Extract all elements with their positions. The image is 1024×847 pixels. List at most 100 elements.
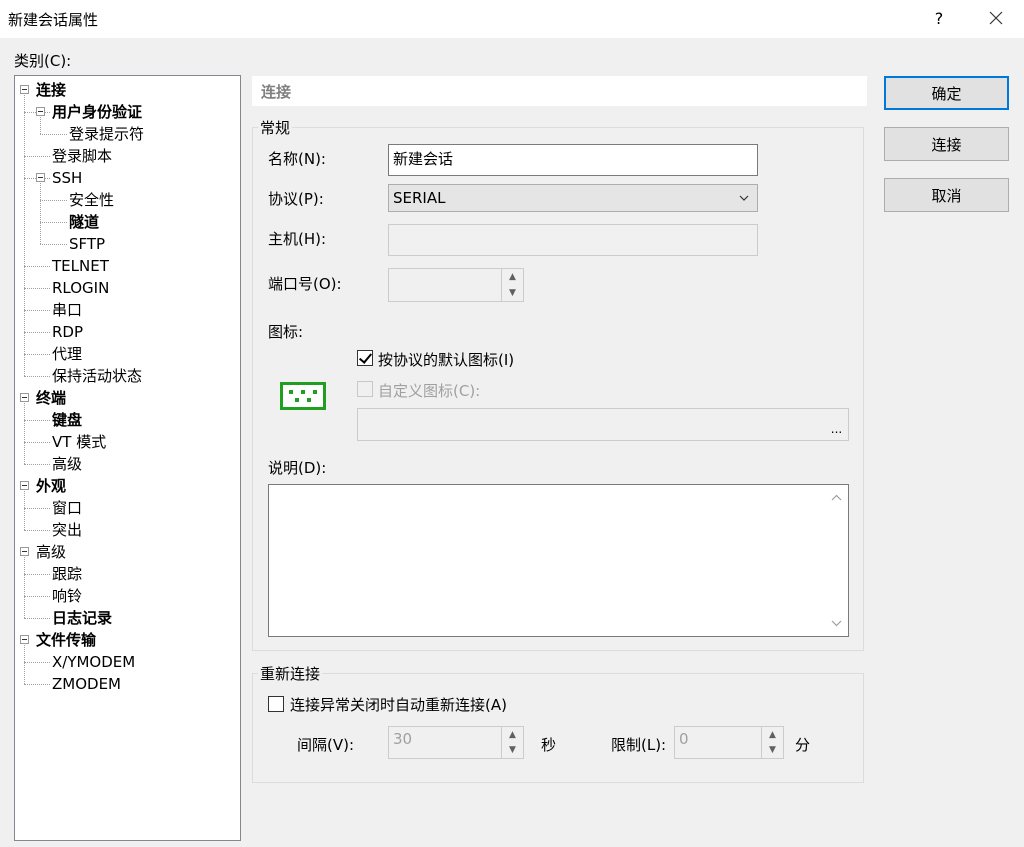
tree-item-label: 串口 (52, 301, 83, 319)
description-field[interactable] (268, 484, 849, 637)
interval-spinner[interactable]: ▲ ▼ (501, 727, 523, 758)
description-scrollbar[interactable] (826, 486, 847, 635)
tree-item[interactable]: SFTP (69, 233, 105, 255)
custom-icon-path[interactable] (357, 408, 849, 441)
tree-item-label: 登录脚本 (52, 147, 113, 165)
tree-item[interactable]: 用户身份验证 (52, 101, 142, 123)
tree-item[interactable]: 突出 (52, 519, 82, 541)
tree-item[interactable]: 跟踪 (52, 563, 82, 585)
tree-item[interactable]: 连接 (36, 79, 66, 101)
window-title: 新建会话属性 (8, 11, 99, 29)
serial-port-icon (280, 382, 326, 410)
name-field[interactable]: 新建会话 (388, 144, 758, 176)
tree-item-label: 窗口 (52, 499, 83, 517)
tree-item[interactable]: ZMODEM (52, 673, 121, 695)
tree-connector (24, 574, 50, 575)
custom-icon-label: 自定义图标(C): (378, 382, 481, 400)
minutes-label: 分 (795, 736, 811, 754)
tree-collapse-icon[interactable] (20, 481, 29, 490)
tree-item[interactable]: X/YMODEM (52, 651, 135, 673)
tree-item-label: RDP (52, 323, 84, 341)
category-label: 类别(C): (14, 52, 72, 70)
ok-button[interactable]: 确定 (884, 76, 1009, 110)
tree-connector (40, 200, 67, 201)
tree-item[interactable]: 外观 (36, 475, 66, 497)
tree-connector (24, 491, 25, 530)
tree-item[interactable]: 响铃 (52, 585, 82, 607)
tree-item[interactable]: 键盘 (52, 409, 82, 431)
custom-icon-checkbox[interactable] (357, 381, 373, 397)
spin-down-icon[interactable]: ▼ (502, 743, 523, 759)
tree-item-label: 连接 (36, 81, 67, 99)
tree-item[interactable]: 日志记录 (52, 607, 112, 629)
tree-item[interactable]: 串口 (52, 299, 82, 321)
tree-item[interactable]: 高级 (52, 453, 82, 475)
tree-connector (24, 557, 25, 618)
tree-item-label: 日志记录 (52, 609, 113, 627)
connect-button[interactable]: 连接 (884, 127, 1009, 161)
host-field[interactable] (388, 224, 758, 256)
tree-item-label: X/YMODEM (52, 653, 136, 671)
browse-button[interactable]: ... (825, 409, 848, 440)
tree-item[interactable]: 安全性 (69, 189, 114, 211)
tree-connector (24, 596, 50, 597)
tree-item[interactable]: 登录脚本 (52, 145, 112, 167)
tree-collapse-icon[interactable] (36, 173, 45, 182)
category-tree[interactable]: 连接用户身份验证 登录提示符登录脚本 SSH 安全性隧道 SFTP TELNET RLOGI… (14, 75, 241, 841)
tree-collapse-icon[interactable] (36, 107, 45, 116)
chevron-down-icon (739, 195, 749, 201)
spin-down-icon[interactable]: ▼ (762, 743, 783, 759)
protocol-select[interactable]: SERIAL (388, 184, 758, 212)
spin-up-icon[interactable]: ▲ (502, 269, 523, 285)
cancel-button[interactable]: 取消 (884, 178, 1009, 212)
scroll-down-icon[interactable] (831, 620, 842, 627)
tree-item[interactable]: 终端 (36, 387, 66, 409)
close-button[interactable] (980, 4, 1012, 32)
tree-item[interactable]: RLOGIN (52, 277, 109, 299)
tree-item-label: 外观 (36, 477, 67, 495)
icon-label: 图标: (268, 323, 304, 341)
description-label: 说明(D): (268, 459, 327, 477)
tree-item-label: 文件传输 (36, 631, 97, 649)
tree-item[interactable]: 文件传输 (36, 629, 96, 651)
tree-item-label: 突出 (52, 521, 83, 539)
tree-connector (24, 332, 50, 333)
tree-item[interactable]: TELNET (52, 255, 109, 277)
protocol-value: SERIAL (393, 189, 446, 207)
auto-reconnect-checkbox[interactable] (268, 696, 284, 712)
tree-item-label: 隧道 (69, 213, 100, 231)
tree-collapse-icon[interactable] (20, 393, 29, 402)
tree-item[interactable]: 高级 (36, 541, 66, 563)
tree-collapse-icon[interactable] (20, 635, 29, 644)
tree-item[interactable]: 代理 (52, 343, 82, 365)
tree-item-label: TELNET (52, 257, 109, 275)
tree-connector (24, 684, 50, 685)
general-group-title: 常规 (258, 117, 293, 138)
spin-up-icon[interactable]: ▲ (502, 727, 523, 743)
tree-connector (24, 442, 50, 443)
tree-item-label: SFTP (69, 235, 106, 253)
limit-spinner[interactable]: ▲ ▼ (761, 727, 783, 758)
tree-item[interactable]: 保持活动状态 (52, 365, 142, 387)
tree-collapse-icon[interactable] (20, 85, 29, 94)
spin-up-icon[interactable]: ▲ (762, 727, 783, 743)
tree-collapse-icon[interactable] (20, 547, 29, 556)
tree-item[interactable]: VT 模式 (52, 431, 106, 453)
scroll-up-icon[interactable] (831, 494, 842, 501)
port-spinner[interactable]: ▲ ▼ (501, 269, 523, 301)
panel-header: 连接 (252, 76, 867, 106)
tree-item[interactable]: 隧道 (69, 211, 99, 233)
tree-connector (40, 134, 67, 135)
tree-item[interactable]: SSH (52, 167, 82, 189)
help-button[interactable]: ? (925, 4, 953, 32)
tree-item[interactable]: 窗口 (52, 497, 82, 519)
tree-connector (24, 403, 25, 464)
spin-down-icon[interactable]: ▼ (502, 285, 523, 301)
default-icon-checkbox[interactable] (357, 350, 373, 366)
tree-item-label: VT 模式 (52, 433, 107, 451)
tree-item-label: SSH (52, 169, 83, 187)
tree-item[interactable]: RDP (52, 321, 83, 343)
port-label: 端口号(O): (268, 275, 342, 293)
tree-connector (40, 183, 41, 244)
tree-item[interactable]: 登录提示符 (69, 123, 144, 145)
